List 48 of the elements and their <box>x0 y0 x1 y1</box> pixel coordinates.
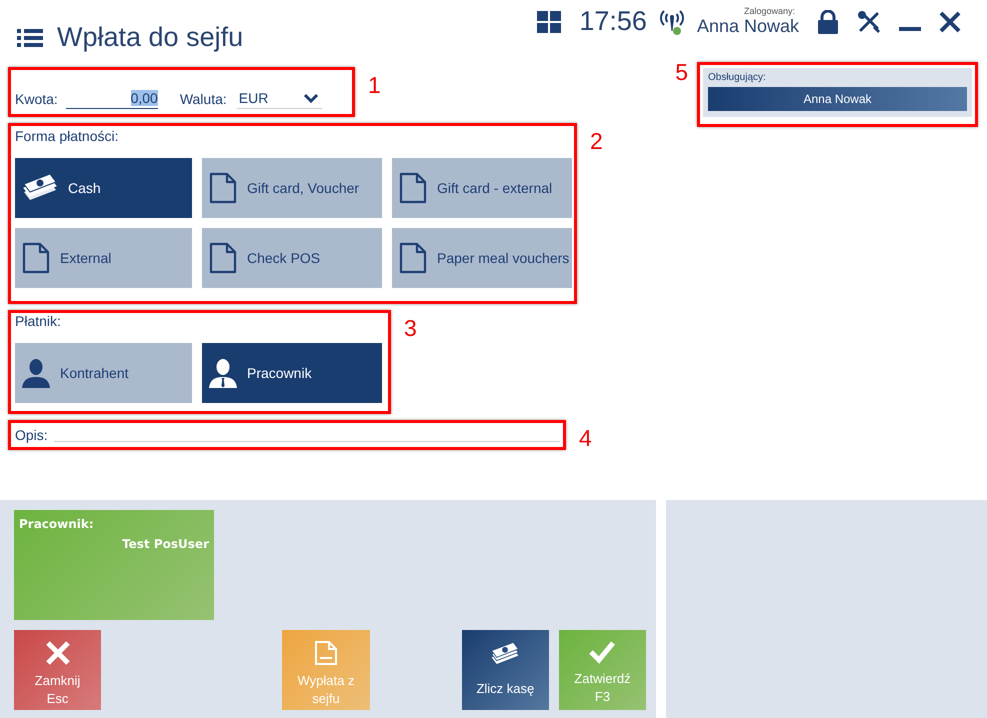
action-button[interactable]: Zlicz kasę <box>462 630 549 710</box>
cash-icon <box>490 642 520 666</box>
logged-in-label: Zalogowany: <box>744 6 795 16</box>
amount-field[interactable]: 0,00 <box>66 90 158 108</box>
document-icon <box>314 640 338 666</box>
employee-name: Test PosUser <box>121 537 209 551</box>
option-tile[interactable]: Kontrahent <box>15 343 192 403</box>
document-icon <box>22 242 50 274</box>
checkmark-icon <box>589 640 616 664</box>
callout-number: 3 <box>404 315 417 342</box>
option-tile[interactable]: Gift card, Voucher <box>202 158 382 218</box>
option-tile[interactable]: Cash <box>15 158 192 218</box>
callout-number: 4 <box>579 425 592 452</box>
user-name: Anna Nowak <box>696 16 799 37</box>
option-tile[interactable]: Paper meal vouchers <box>392 228 572 288</box>
option-tile[interactable]: Pracownik <box>202 343 382 403</box>
tools-icon[interactable] <box>857 10 881 34</box>
amount-label: Kwota: <box>15 91 58 107</box>
operator-label: Obsługujący: <box>708 72 767 83</box>
cash-icon <box>22 174 58 202</box>
description-label: Opis: <box>15 427 48 443</box>
callout-number: 1 <box>368 72 381 99</box>
document-icon <box>399 172 427 204</box>
close-icon[interactable] <box>939 10 961 32</box>
currency-dropdown[interactable]: EUR <box>236 90 322 108</box>
document-icon <box>209 172 237 204</box>
section-label: Forma płatności: <box>15 128 120 146</box>
option-tile[interactable]: External <box>15 228 192 288</box>
chevron-down-icon <box>304 92 318 102</box>
section-label: Płatnik: <box>15 313 62 331</box>
menu-icon[interactable] <box>17 28 43 48</box>
window-title: Wpłata do sejfu <box>57 22 244 53</box>
currency-label: Waluta: <box>180 91 227 107</box>
document-icon <box>399 242 427 274</box>
person-icon <box>22 358 50 388</box>
lock-icon[interactable] <box>817 10 839 34</box>
option-tile[interactable]: Gift card - external <box>392 158 572 218</box>
callout-number: 5 <box>675 59 688 86</box>
option-tile[interactable]: Check POS <box>202 228 382 288</box>
callout-number: 2 <box>590 128 603 155</box>
grid-icon[interactable] <box>537 10 562 32</box>
document-icon <box>209 242 237 274</box>
clock-time: 17:56 <box>579 6 647 37</box>
action-button[interactable]: Zamknij Esc <box>14 630 102 710</box>
close-icon <box>44 640 71 666</box>
employee-label: Pracownik: <box>19 517 95 531</box>
person-icon <box>209 358 237 388</box>
operator-name[interactable]: Anna Nowak <box>708 87 967 111</box>
